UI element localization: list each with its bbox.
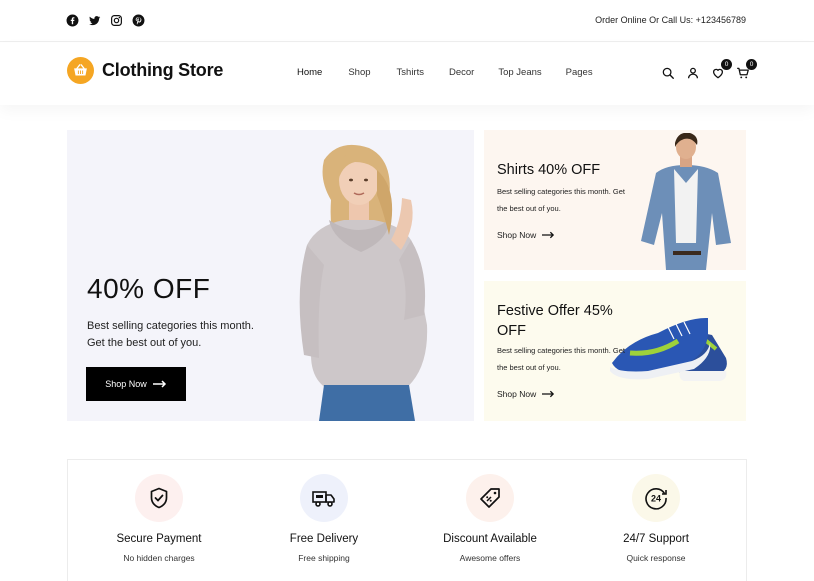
feature-subtitle: Free shipping — [298, 553, 350, 563]
arrow-right-icon — [542, 231, 555, 239]
feature-secure-payment: Secure Payment No hidden charges — [79, 474, 239, 563]
svg-text:24: 24 — [651, 494, 661, 504]
hero-description: Best selling categories this month. Get … — [87, 320, 254, 349]
hero-button-label: Shop Now — [105, 379, 147, 389]
feature-title: Free Delivery — [289, 533, 359, 545]
feature-free-delivery: Free Delivery Free shipping — [244, 474, 404, 563]
shield-check-icon — [135, 474, 183, 522]
hero-banner: 40% OFF Best selling categories this mon… — [67, 130, 474, 421]
site-header: Clothing Store Home Shop Tshirts Decor T… — [0, 43, 814, 105]
feature-title: Discount Available — [443, 533, 537, 545]
facebook-icon[interactable] — [66, 14, 79, 27]
feature-title: Secure Payment — [116, 533, 202, 545]
nav-top-jeans[interactable]: Top Jeans — [498, 67, 541, 78]
user-icon[interactable] — [686, 66, 700, 80]
feature-title: 24/7 Support — [623, 533, 689, 545]
nav-pages[interactable]: Pages — [566, 67, 593, 78]
brand-logo[interactable]: Clothing Store — [67, 57, 223, 84]
wishlist-icon[interactable]: 0 — [711, 59, 732, 80]
pinterest-icon[interactable] — [132, 14, 145, 27]
features-strip: Secure Payment No hidden charges Free De… — [67, 459, 747, 581]
card-2-shop-now-link[interactable]: Shop Now — [497, 389, 555, 399]
feature-support: 24 24/7 Support Quick response — [576, 474, 736, 563]
card-1-title: Shirts 40% OFF — [497, 162, 601, 178]
search-icon[interactable] — [661, 66, 675, 80]
wishlist-count-badge: 0 — [721, 59, 732, 70]
card-1-link-label: Shop Now — [497, 230, 537, 240]
card-1-description: Best selling categories this month. Get … — [497, 187, 625, 213]
feature-discount-available: Discount Available Awesome offers — [410, 474, 570, 563]
card-2-title: Festive Offer 45% OFF — [497, 303, 613, 339]
feature-subtitle: Awesome offers — [459, 553, 521, 563]
card-2-link-label: Shop Now — [497, 389, 537, 399]
promo-card-shirts: Shirts 40% OFF Best selling categories t… — [484, 130, 746, 270]
top-bar: Order Online Or Call Us: +123456789 — [0, 0, 814, 42]
hero-model-image — [299, 144, 428, 421]
hero-shop-now-button[interactable]: Shop Now — [86, 367, 186, 401]
arrow-right-icon — [542, 390, 555, 398]
promo-card-festive: Festive Offer 45% OFF Best selling categ… — [484, 281, 746, 421]
instagram-icon[interactable] — [110, 14, 123, 27]
card-1-shop-now-link[interactable]: Shop Now — [497, 230, 555, 240]
nav-decor[interactable]: Decor — [449, 67, 474, 78]
support-24-icon: 24 — [632, 474, 680, 522]
feature-subtitle: Quick response — [626, 553, 686, 563]
contact-info: Order Online Or Call Us: +123456789 — [595, 15, 746, 25]
twitter-icon[interactable] — [88, 14, 101, 27]
truck-icon — [300, 474, 348, 522]
main-nav: Home Shop Tshirts Decor Top Jeans Pages — [297, 67, 593, 78]
social-links — [66, 14, 145, 27]
arrow-right-icon — [152, 380, 166, 388]
cart-icon[interactable]: 0 — [736, 59, 757, 80]
nav-home[interactable]: Home — [297, 67, 322, 78]
discount-tag-icon — [466, 474, 514, 522]
basket-icon — [67, 57, 94, 84]
feature-subtitle: No hidden charges — [123, 553, 195, 563]
nav-tshirts[interactable]: Tshirts — [397, 67, 424, 78]
cart-count-badge: 0 — [746, 59, 757, 70]
shirt-model-image — [641, 133, 731, 270]
hero-title: 40% OFF — [87, 273, 211, 304]
brand-name: Clothing Store — [102, 60, 224, 80]
nav-shop[interactable]: Shop — [348, 67, 370, 78]
header-actions: 0 0 — [661, 59, 757, 80]
card-2-description: Best selling categories this month. Get … — [497, 346, 625, 372]
